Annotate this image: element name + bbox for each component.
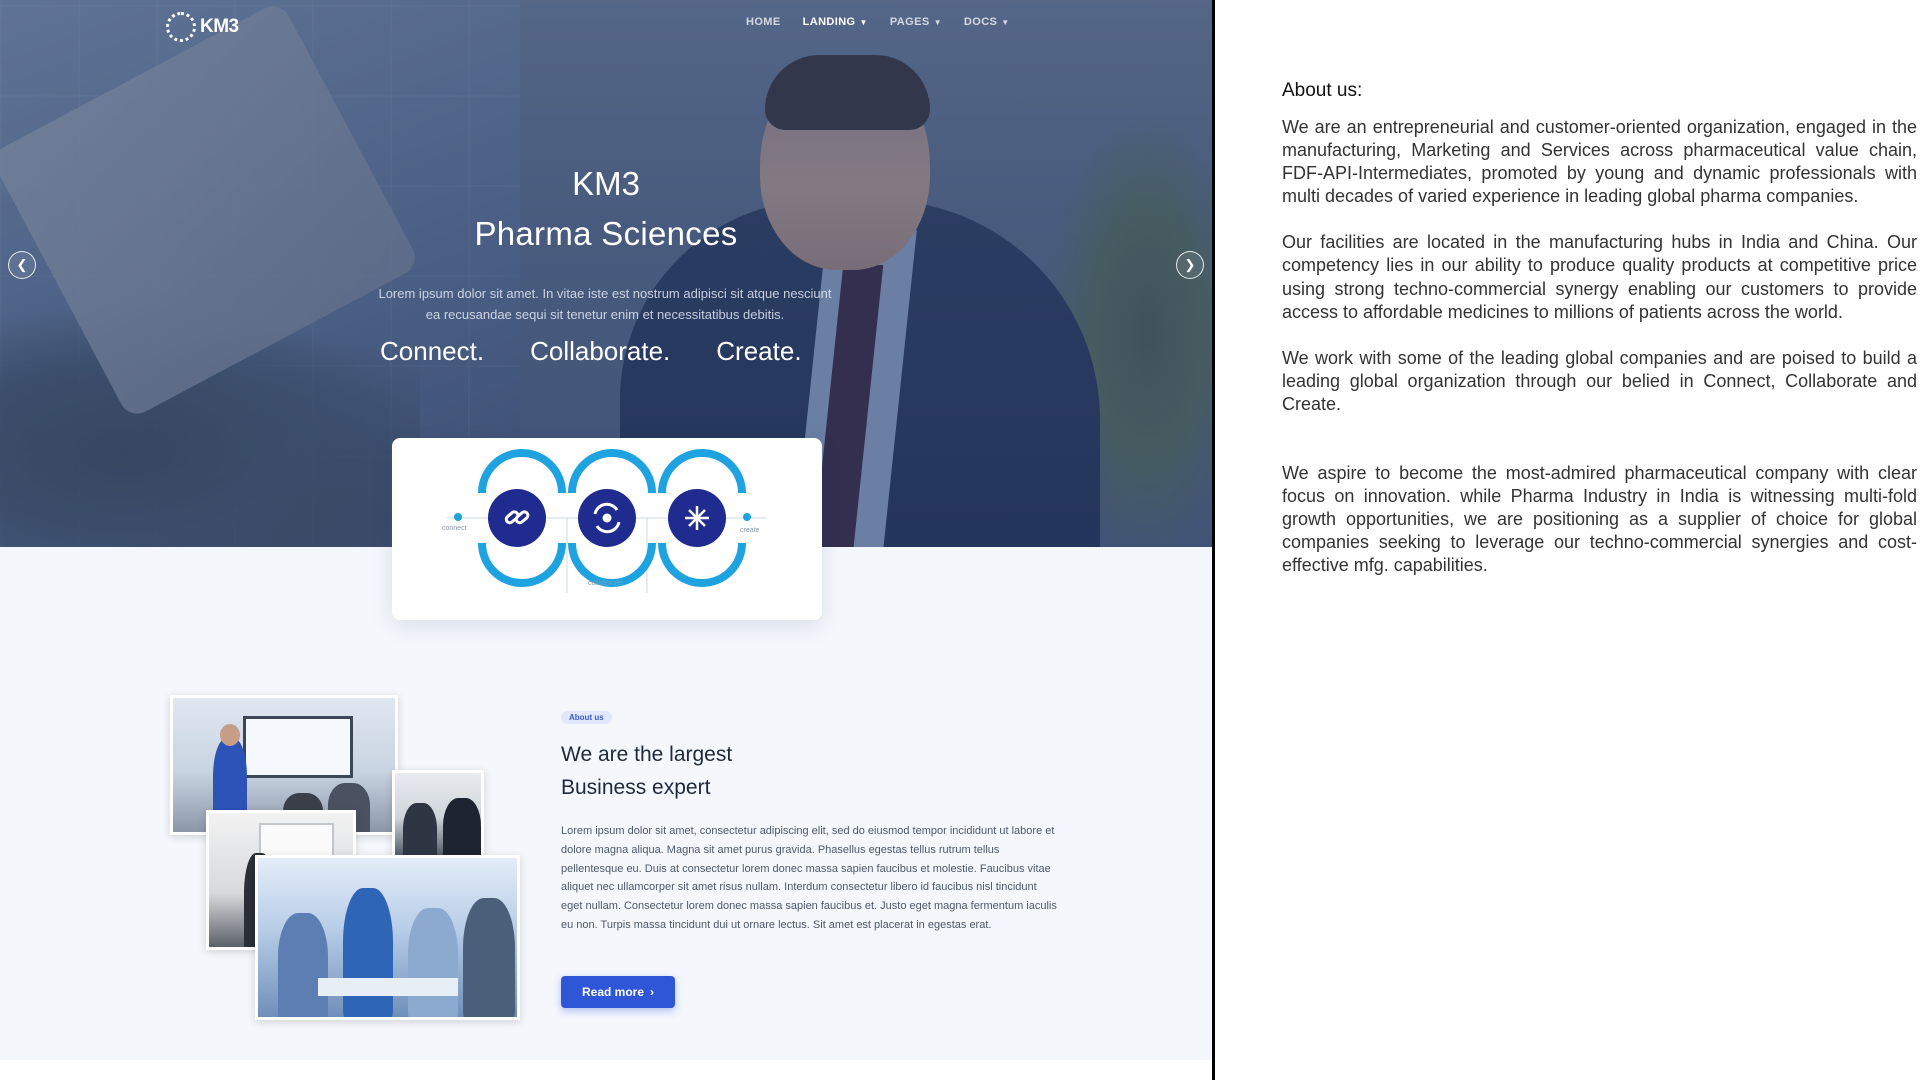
chevron-right-icon: ›: [650, 985, 655, 999]
chevron-left-icon: ❮: [16, 257, 28, 272]
collaborate-label: collaborate: [588, 580, 622, 587]
hero-title: Pharma Sciences: [474, 215, 738, 252]
nav-label: PAGES: [889, 16, 930, 28]
hero-brand: KM3: [572, 165, 640, 202]
create-label: create: [740, 527, 760, 534]
about-heading-line-2: Business expert: [561, 776, 711, 799]
carousel-next-button[interactable]: ❯: [1176, 251, 1204, 279]
tagline-connect: Connect.: [380, 336, 485, 366]
next-section-edge: [0, 1060, 1212, 1080]
about-paragraph-2: Our facilities are located in the manufa…: [1282, 232, 1917, 322]
about-photo-collage: [170, 695, 520, 1020]
nav-label: DOCS: [963, 16, 998, 28]
ring-arc: [568, 449, 656, 494]
read-more-button[interactable]: Read more ›: [561, 976, 675, 1008]
team-member-figure: [343, 888, 393, 1017]
ring-arc: [568, 542, 656, 587]
nav-item-docs[interactable]: DOCS ▼: [964, 16, 1010, 28]
feature-card: connect create collaborate: [392, 438, 822, 620]
nav-item-home[interactable]: HOME: [746, 16, 781, 28]
about-us-label: About us:: [1282, 80, 1363, 101]
team-member-figure: [408, 908, 458, 1017]
about-us-text-block: About us: We are an entrepreneurial and …: [1282, 80, 1917, 601]
team-member-figure: [278, 913, 328, 1017]
connector-dot: [454, 513, 462, 521]
about-badge: About us: [561, 711, 612, 724]
carousel-prev-button[interactable]: ❮: [8, 251, 36, 279]
ring-arc: [478, 542, 566, 587]
presenter-head: [220, 724, 240, 746]
slide: KM3 HOME LANDING ▼ PAGES ▼ DOCS ▼ KM3 Pharm…: [0, 0, 1920, 1080]
chevron-down-icon: ▼: [859, 17, 868, 27]
presentation-screen: [243, 716, 353, 778]
team-member-figure: [463, 898, 515, 1017]
website-screenshot: KM3 HOME LANDING ▼ PAGES ▼ DOCS ▼ KM3 Pharm…: [0, 0, 1212, 1080]
nav-item-pages[interactable]: PAGES ▼: [890, 16, 942, 28]
connector-dot: [743, 513, 751, 521]
about-heading-line-1: We are the largest: [561, 743, 733, 766]
main-nav: HOME LANDING ▼ PAGES ▼ DOCS ▼: [746, 16, 1010, 28]
team-photo: [255, 855, 520, 1020]
tagline-collaborate: Collaborate.: [530, 336, 671, 366]
laptop-table: [318, 978, 458, 996]
read-more-label: Read more: [581, 985, 645, 999]
nav-label: LANDING: [802, 16, 856, 28]
handshake-photo: [392, 770, 484, 865]
ring-arc: [658, 542, 746, 587]
hero-description: Lorem ipsum dolor sit amet. In vitae ist…: [378, 286, 832, 322]
chevron-down-icon: ▼: [1001, 17, 1010, 27]
ring-arc: [658, 449, 746, 494]
divider-line: [1212, 0, 1215, 1080]
tagline-create: Create.: [716, 336, 802, 366]
logo-text: KM3: [200, 16, 239, 37]
nav-label: HOME: [746, 16, 781, 28]
about-heading: We are the largest Business expert: [561, 738, 921, 804]
chevron-right-icon: ❯: [1184, 257, 1196, 272]
nav-item-landing[interactable]: LANDING ▼: [803, 16, 868, 28]
connect-label: connect: [442, 525, 467, 532]
about-paragraph-1: We are an entrepreneurial and customer-o…: [1282, 117, 1917, 207]
chevron-down-icon: ▼: [933, 17, 942, 27]
about-body-text: Lorem ipsum dolor sit amet, consectetur …: [561, 825, 1057, 931]
site-logo[interactable]: KM3: [166, 10, 239, 44]
about-paragraph-4: We aspire to become the most-admired pha…: [1282, 463, 1917, 576]
about-paragraph-3: We work with some of the leading global …: [1282, 347, 1917, 414]
hero-tagline: Connect. Collaborate. Create.: [380, 336, 802, 367]
connect-collaborate-create-graphic: connect create collaborate: [442, 449, 767, 593]
ring-arc: [478, 449, 566, 494]
